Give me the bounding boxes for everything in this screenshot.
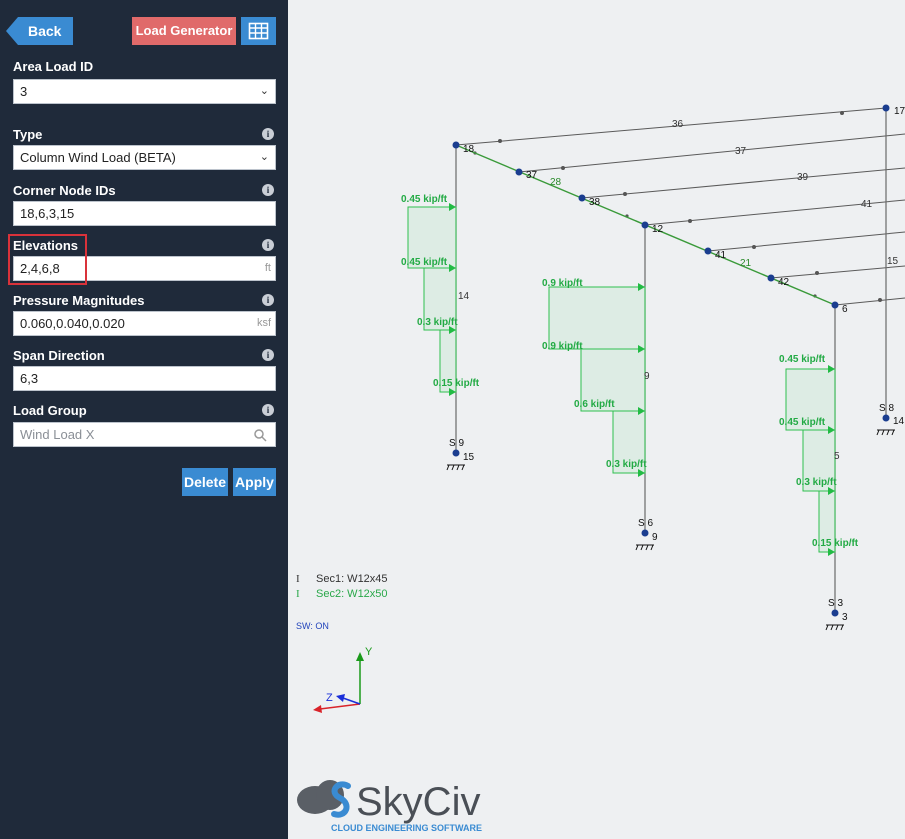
node-label: 3 xyxy=(842,612,848,623)
load-label: 0.15 kip/ft xyxy=(812,538,859,549)
node-label: 6 xyxy=(842,304,848,315)
section-icon: I xyxy=(296,573,300,585)
node-18[interactable] xyxy=(452,141,460,149)
info-icon[interactable]: i xyxy=(262,404,274,416)
load-label: 0.9 kip/ft xyxy=(542,341,583,352)
node-17[interactable] xyxy=(882,104,890,112)
span-direction-input[interactable]: 6,3 xyxy=(13,366,276,391)
delete-button[interactable]: Delete xyxy=(182,468,228,496)
node-label: 12 xyxy=(652,224,664,235)
node-12[interactable] xyxy=(641,221,649,229)
node-6[interactable] xyxy=(831,301,839,309)
member-label: 28 xyxy=(550,177,562,188)
node-label: 18 xyxy=(463,144,475,155)
elevations-unit: ft xyxy=(264,262,271,274)
area-load-id-value: 3 xyxy=(20,84,28,99)
member-label: 15 xyxy=(887,256,899,267)
sec2-label: Sec2: W12x50 xyxy=(316,588,388,600)
info-icon[interactable]: i xyxy=(262,184,274,196)
node-label: 17 xyxy=(894,106,905,117)
type-label: Type xyxy=(13,127,43,142)
load-label: 0.6 kip/ft xyxy=(574,399,615,410)
span-direction-value: 6,3 xyxy=(20,371,39,386)
member-label: 21 xyxy=(740,258,752,269)
table-button[interactable] xyxy=(241,17,276,45)
load-label: 0.3 kip/ft xyxy=(417,317,458,328)
node-label: 42 xyxy=(778,277,790,288)
elevations-highlight xyxy=(8,234,87,285)
load-label: 0.9 kip/ft xyxy=(542,278,583,289)
member-label: 5 xyxy=(834,451,840,462)
corner-node-ids-value: 18,6,3,15 xyxy=(20,206,75,221)
pressure-magnitudes-value: 0.060,0.040,0.020 xyxy=(20,316,125,331)
axis-z-label: Z xyxy=(326,692,333,704)
corner-node-ids-input[interactable]: 18,6,3,15 xyxy=(13,201,276,226)
area-load-panel: Back Load Generator Area Load ID 3 ⌄ Typ… xyxy=(0,0,288,839)
load-group-input[interactable]: Wind Load X xyxy=(13,422,276,447)
member-label: 9 xyxy=(644,371,650,382)
corner-node-ids-label: Corner Node IDs xyxy=(13,183,116,198)
apply-button[interactable]: Apply xyxy=(233,468,276,496)
member-label: 37 xyxy=(735,146,747,157)
load-label: 0.45 kip/ft xyxy=(401,194,448,205)
info-icon[interactable]: i xyxy=(262,128,274,140)
load-label: 0.45 kip/ft xyxy=(401,257,448,268)
load-label: 0.45 kip/ft xyxy=(779,354,826,365)
node-label: 9 xyxy=(652,532,658,543)
info-icon[interactable]: i xyxy=(262,239,274,251)
load-group-placeholder: Wind Load X xyxy=(20,427,95,442)
node-38[interactable] xyxy=(578,194,586,202)
pressure-magnitudes-input[interactable]: 0.060,0.040,0.020 ksf xyxy=(13,311,276,336)
member-label: 14 xyxy=(458,291,470,302)
brand-name: SkyCiv xyxy=(356,780,480,824)
info-icon[interactable]: i xyxy=(262,294,274,306)
support-label: S 9 xyxy=(449,438,464,449)
node-9[interactable] xyxy=(641,529,649,537)
chevron-down-icon: ⌄ xyxy=(259,85,269,97)
back-button[interactable]: Back xyxy=(6,17,73,45)
table-icon xyxy=(248,22,269,40)
brand-tagline: CLOUD ENGINEERING SOFTWARE xyxy=(331,823,482,833)
node-14[interactable] xyxy=(882,414,890,422)
node-37[interactable] xyxy=(515,168,523,176)
load-group-label: Load Group xyxy=(13,403,87,418)
support-label: S 6 xyxy=(638,518,653,529)
self-weight-label: SW: ON xyxy=(296,621,329,631)
model-viewport[interactable]: 0.45 kip/ft 0.45 kip/ft 0.3 kip/ft 0.15 … xyxy=(288,0,905,839)
section-icon: I xyxy=(296,588,300,600)
search-icon xyxy=(254,429,267,442)
load-generator-button[interactable]: Load Generator xyxy=(132,17,236,45)
load-label: 0.3 kip/ft xyxy=(796,477,837,488)
member-label: 39 xyxy=(797,172,809,183)
node-41[interactable] xyxy=(704,247,712,255)
node-label: 14 xyxy=(893,416,905,427)
node-label: 15 xyxy=(463,452,475,463)
span-direction-label: Span Direction xyxy=(13,348,105,363)
pressure-magnitudes-label: Pressure Magnitudes xyxy=(13,293,145,308)
support-label: S 8 xyxy=(879,403,894,414)
member-label: 41 xyxy=(861,199,873,210)
area-load-id-select[interactable]: 3 ⌄ xyxy=(13,79,276,104)
node-label: 38 xyxy=(589,197,601,208)
type-select[interactable]: Column Wind Load (BETA) ⌄ xyxy=(13,145,276,170)
node-42[interactable] xyxy=(767,274,775,282)
load-label: 0.3 kip/ft xyxy=(606,459,647,470)
chevron-down-icon: ⌄ xyxy=(259,151,269,163)
load-label: 0.15 kip/ft xyxy=(433,378,480,389)
node-3[interactable] xyxy=(831,609,839,617)
node-15[interactable] xyxy=(452,449,460,457)
sec1-label: Sec1: W12x45 xyxy=(316,573,388,585)
support-label: S 3 xyxy=(828,598,843,609)
node-label: 41 xyxy=(715,250,727,261)
area-load-id-label: Area Load ID xyxy=(13,59,94,74)
info-icon[interactable]: i xyxy=(262,349,274,361)
load-label: 0.45 kip/ft xyxy=(779,417,826,428)
node-label: 37 xyxy=(526,170,538,181)
type-value: Column Wind Load (BETA) xyxy=(20,150,176,165)
load-block xyxy=(548,286,646,350)
pressure-unit: ksf xyxy=(256,317,271,329)
axis-y-label: Y xyxy=(365,646,373,658)
member-label: 36 xyxy=(672,119,684,130)
